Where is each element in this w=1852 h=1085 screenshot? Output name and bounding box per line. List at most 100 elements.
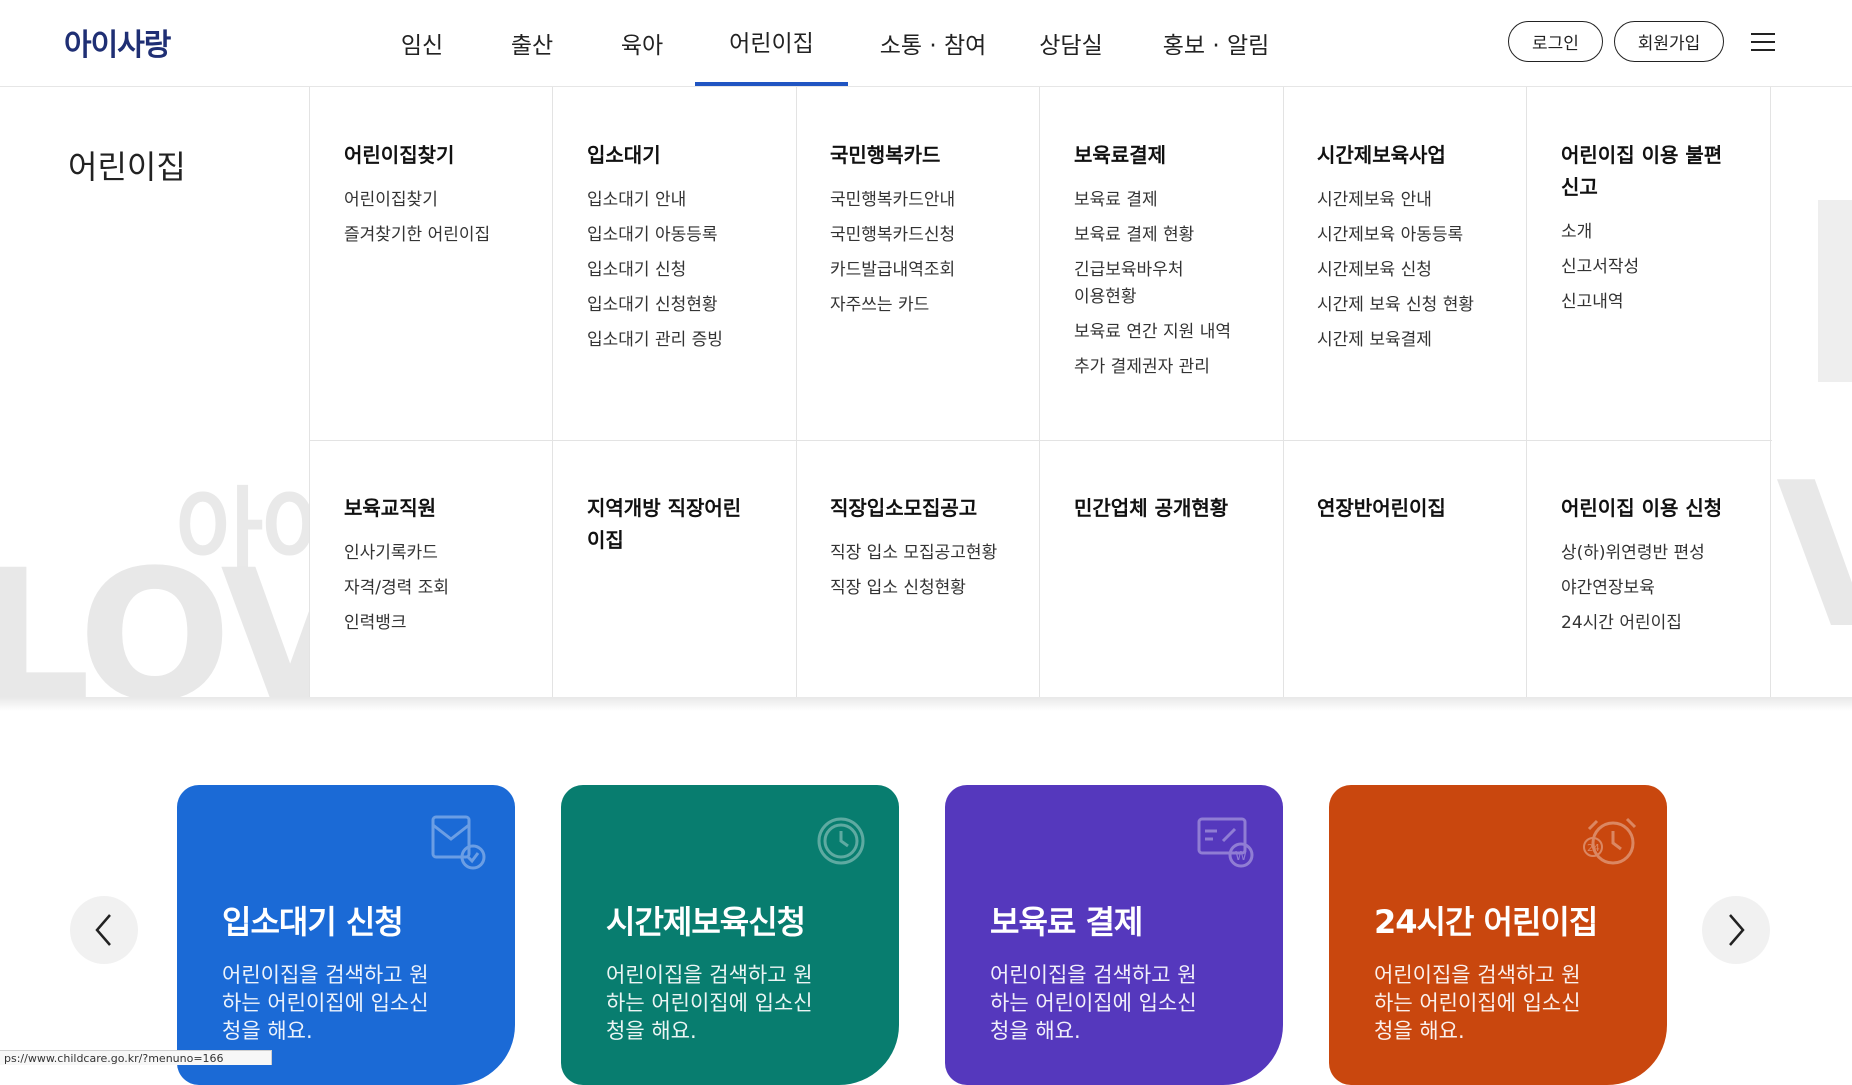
menu-item-list: 시간제보육 안내 시간제보육 아동등록 시간제보육 신청 시간제 보육 신청 현황 시간… (1317, 183, 1526, 358)
menu-item[interactable]: 보육료 결제 (1074, 183, 1283, 218)
menu-item[interactable]: 자격/경력 조회 (344, 571, 552, 606)
menu-group-staff: 보육교직원인사기록카드 자격/경력 조회 인력뱅크 (309, 440, 553, 697)
mega-menu-title: 어린이집 (68, 148, 186, 186)
menu-item[interactable]: 추가 결제권자 관리 (1074, 350, 1283, 385)
mega-menu: 어린이집 어린이집찾기 어린이집찾기 즐겨찾기한 어린이집 입소대기 입소대기 안내 입소… (0, 87, 1852, 697)
card-hourly-care-apply[interactable]: 시간제보육신청어린이집을 검색하고 원하는 어린이집에 입소신청을 해요. (561, 785, 899, 1085)
carousel-prev-button[interactable] (70, 896, 138, 964)
svg-text:W: W (1235, 849, 1247, 863)
menu-item-list: 보육료 결제 보육료 결제 현황 긴급보육바우처 이용현황 보육료 연간 지원 내역 추… (1074, 183, 1283, 385)
menu-item[interactable]: 시간제보육 신청 (1317, 253, 1526, 288)
payment-card-icon: W (1197, 817, 1254, 868)
carousel-next-button[interactable] (1702, 896, 1770, 964)
application-form-icon (431, 815, 486, 870)
menu-item[interactable]: 시간제보육 아동등록 (1317, 218, 1526, 253)
card-24h-daycare[interactable]: 24 24시간 어린이집 어린이집을 검색하고 원하는 어린이집에 입소신청을 해요… (1329, 785, 1667, 1085)
menu-item[interactable]: 입소대기 신청 (587, 253, 796, 288)
menu-item[interactable]: 시간제보육 안내 (1317, 183, 1526, 218)
menu-item[interactable]: 직장 입소 모집공고현황 (830, 536, 1039, 571)
menu-item-list: 소개 신고서작성 신고내역 (1561, 215, 1770, 320)
menu-group-heading[interactable]: 시간제보육사업 (1317, 139, 1487, 171)
menu-group-waitlist: 입소대기입소대기 안내 입소대기 아동등록 입소대기 신청 입소대기 신청현황 입소대기… (553, 87, 797, 440)
menu-item-list: 국민행복카드안내 국민행복카드신청 카드발급내역조회 자주쓰는 카드 (830, 183, 1039, 323)
card-waitlist-apply[interactable]: 입소대기 신청어린이집을 검색하고 원하는 어린이집에 입소신청을 해요. (177, 785, 515, 1085)
card-fee-payment[interactable]: W 보육료 결제어린이집을 검색하고 원하는 어린이집에 입소신청을 해요. (945, 785, 1283, 1085)
menu-group-open-workplace: 지역개방 직장어린이집 (553, 440, 797, 697)
menu-item[interactable]: 입소대기 관리 증빙 (587, 323, 796, 358)
menu-group-heading[interactable]: 어린이집찾기 (344, 139, 514, 171)
login-button[interactable]: 로그인 (1508, 21, 1603, 62)
menu-item[interactable]: 어린이집찾기 (344, 183, 552, 218)
menu-item[interactable]: 입소대기 아동등록 (587, 218, 796, 253)
svg-text:24: 24 (1587, 843, 1600, 854)
menu-item-list: 입소대기 안내 입소대기 아동등록 입소대기 신청 입소대기 신청현황 입소대기 관리 … (587, 183, 796, 358)
menu-item[interactable]: 입소대기 안내 (587, 183, 796, 218)
menu-item[interactable]: 신고서작성 (1561, 250, 1770, 285)
menu-item[interactable]: 인력뱅크 (344, 606, 552, 641)
menu-item[interactable]: 상(하)위연령반 편성 (1561, 536, 1770, 571)
menu-group-heading[interactable]: 보육교직원 (344, 492, 514, 524)
menu-item[interactable]: 소개 (1561, 215, 1770, 250)
menu-group-extended-class: 연장반어린이집 (1283, 440, 1527, 697)
signup-button[interactable]: 회원가입 (1614, 21, 1724, 62)
nav-item-counseling[interactable]: 상담실 (1031, 0, 1111, 86)
nav-item-daycare[interactable]: 어린이집 (695, 0, 848, 86)
menu-item-list: 상(하)위연령반 편성 야간연장보육 24시간 어린이집 (1561, 536, 1770, 641)
menu-item[interactable]: 인사기록카드 (344, 536, 552, 571)
menu-group-heading[interactable]: 국민행복카드 (830, 139, 1000, 171)
menu-item[interactable]: 보육료 결제 현황 (1074, 218, 1283, 253)
menu-group-heading[interactable]: 민간업체 공개현황 (1074, 492, 1244, 524)
menu-group-heading[interactable]: 연장반어린이집 (1317, 492, 1487, 524)
site-logo[interactable]: 아이사랑 (64, 20, 171, 64)
card-title: 보육료 결제 (990, 903, 1143, 941)
menu-group-happy-card: 국민행복카드국민행복카드안내 국민행복카드신청 카드발급내역조회 자주쓰는 카드 (796, 87, 1040, 440)
card-title: 시간제보육신청 (606, 903, 806, 941)
card-title: 입소대기 신청 (222, 903, 404, 941)
menu-item-list: 직장 입소 모집공고현황 직장 입소 신청현황 (830, 536, 1039, 606)
card-description: 어린이집을 검색하고 원하는 어린이집에 입소신청을 해요. (222, 963, 429, 1043)
card-title: 24시간 어린이집 (1374, 903, 1598, 941)
menu-group-heading[interactable]: 어린이집 이용 불편신고 (1561, 139, 1731, 203)
menu-item[interactable]: 국민행복카드신청 (830, 218, 1039, 253)
menu-item[interactable]: 보육료 연간 지원 내역 (1074, 315, 1283, 350)
menu-item[interactable]: 직장 입소 신청현황 (830, 571, 1039, 606)
menu-item[interactable]: 신고내역 (1561, 285, 1770, 320)
menu-group-heading[interactable]: 어린이집 이용 신청 (1561, 492, 1731, 524)
card-description: 어린이집을 검색하고 원하는 어린이집에 입소신청을 해요. (990, 963, 1197, 1043)
chevron-right-icon (1729, 914, 1745, 946)
menu-group-heading[interactable]: 지역개방 직장어린이집 (587, 492, 757, 556)
menu-group-complaint: 어린이집 이용 불편신고소개 신고서작성 신고내역 (1527, 87, 1771, 440)
hamburger-menu-icon[interactable] (1748, 30, 1778, 54)
menu-group-heading[interactable]: 입소대기 (587, 139, 757, 171)
main-nav: 임신 출산 육아 어린이집 소통 · 참여 상담실 홍보 · 알림 (365, 0, 1281, 86)
menu-group-heading[interactable]: 직장입소모집공고 (830, 492, 1000, 524)
menu-item[interactable]: 시간제 보육 신청 현황 (1317, 288, 1526, 323)
menu-group-hourly-care: 시간제보육사업시간제보육 안내 시간제보육 아동등록 시간제보육 신청 시간제 보육 … (1283, 87, 1527, 440)
card-description: 어린이집을 검색하고 원하는 어린이집에 입소신청을 해요. (606, 963, 813, 1043)
nav-item-pregnancy[interactable]: 임신 (392, 0, 452, 86)
menu-item[interactable]: 입소대기 신청현황 (587, 288, 796, 323)
menu-item[interactable]: 자주쓰는 카드 (830, 288, 1039, 323)
menu-item[interactable]: 즐겨찾기한 어린이집 (344, 218, 552, 253)
menu-item[interactable]: 긴급보육바우처 이용현황 (1074, 253, 1194, 315)
menu-item[interactable]: 카드발급내역조회 (830, 253, 1039, 288)
nav-item-birth[interactable]: 출산 (502, 0, 562, 86)
alarm-clock-icon (817, 817, 865, 865)
browser-status-url: ps://www.childcare.go.kr/?menuno=166 (0, 1050, 272, 1065)
menu-group-usage-apply: 어린이집 이용 신청상(하)위연령반 편성 야간연장보육 24시간 어린이집 (1527, 440, 1771, 697)
nav-item-childcare[interactable]: 육아 (612, 0, 672, 86)
menu-group-workplace-recruit: 직장입소모집공고직장 입소 모집공고현황 직장 입소 신청현황 (796, 440, 1040, 697)
24h-clock-icon: 24 (1583, 817, 1637, 865)
menu-item[interactable]: 국민행복카드안내 (830, 183, 1039, 218)
menu-item[interactable]: 야간연장보육 (1561, 571, 1770, 606)
menu-item-list: 인사기록카드 자격/경력 조회 인력뱅크 (344, 536, 552, 641)
chevron-left-icon (95, 914, 111, 946)
menu-group-private-disclosure: 민간업체 공개현황 (1040, 440, 1284, 697)
quick-service-carousel: 입소대기 신청 어린이집을 검색하고 원하는 어린이집에 입소신청을 해요. 시간제… (0, 785, 1852, 1085)
menu-group-heading[interactable]: 보육료결제 (1074, 139, 1244, 171)
nav-item-notice[interactable]: 홍보 · 알림 (1151, 0, 1281, 86)
menu-group-fee-payment: 보육료결제보육료 결제 보육료 결제 현황 긴급보육바우처 이용현황 보육료 연간 지… (1040, 87, 1284, 440)
nav-item-community[interactable]: 소통 · 참여 (868, 0, 998, 86)
menu-item[interactable]: 시간제 보육결제 (1317, 323, 1526, 358)
menu-item[interactable]: 24시간 어린이집 (1561, 606, 1770, 641)
